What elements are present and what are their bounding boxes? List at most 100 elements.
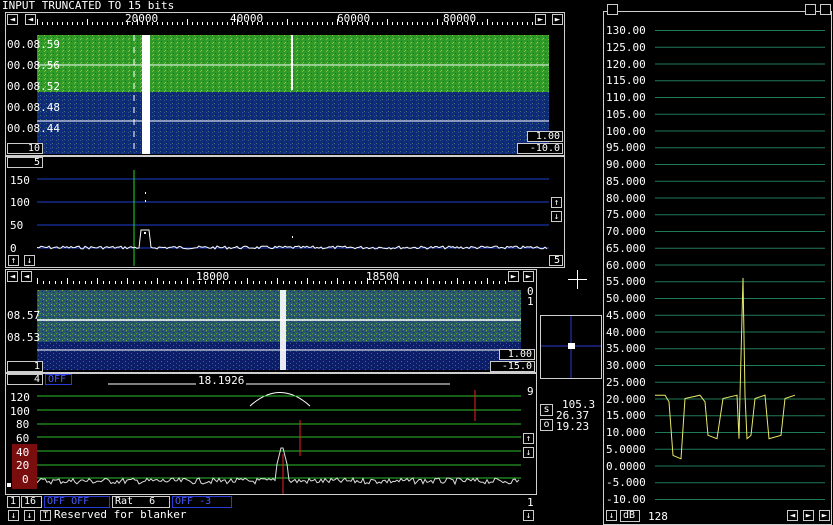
narrow-freq-tick-label: 18500 [366, 270, 400, 283]
wide-y-label: 100 [10, 196, 30, 209]
scope-o-value: 19.23 [556, 420, 590, 433]
bottom-value-2[interactable]: 16 [21, 496, 42, 508]
level-y-label: 130.00 [606, 24, 646, 37]
narrow-gain-box[interactable]: 1.00 [499, 349, 535, 360]
level-y-label: 40.000 [606, 325, 646, 339]
narrow-frequency-scale [37, 278, 506, 284]
bottom-off-toggle-b[interactable]: OFF -3 [172, 496, 232, 508]
left-arrow-icon: ◄ [9, 272, 16, 282]
level-y-label: 90.000 [606, 158, 646, 171]
blanker-down-button-2[interactable]: ↓ [24, 510, 35, 521]
down-arrow-icon: ↓ [26, 256, 33, 266]
level-y-label: 25.000 [606, 375, 646, 389]
narrow-spectrum-up-button[interactable]: ↑ [523, 433, 534, 444]
narrow-spectrum-average-box[interactable]: 4 [7, 374, 43, 385]
wide-scroll-right-button[interactable]: ► [552, 14, 563, 25]
level-y-label: 5.0000 [606, 442, 646, 456]
scope-s-button[interactable]: s [540, 404, 553, 416]
level-top-right-button[interactable] [805, 4, 816, 15]
level-right-button-2[interactable]: ► [819, 510, 830, 521]
level-y-label: 60.000 [606, 258, 646, 272]
level-y-label: 105.00 [606, 107, 646, 121]
wide-y-label: 0 [10, 242, 17, 255]
down-arrow-icon: ↓ [525, 448, 532, 458]
wide-scroll-left-button[interactable]: ◄ [7, 14, 18, 25]
status-message: INPUT TRUNCATED TO 15 bits [2, 0, 175, 12]
narrow-y-label: 80 [16, 418, 30, 431]
level-y-label: -10.00 [606, 493, 646, 506]
left-arrow-icon: ◄ [789, 511, 796, 521]
wide-spectrum-up-button-bl[interactable]: ↑ [8, 255, 19, 266]
narrow-zoom-left-button[interactable]: ◄ [21, 271, 32, 282]
wide-time-label: 00.08.52 [7, 80, 60, 93]
blanker-message: Reserved for blanker [54, 508, 187, 521]
level-down-button[interactable]: ↓ [606, 510, 617, 521]
narrow-y-label: 60 [16, 432, 30, 445]
level-top-right-button-2[interactable] [820, 4, 831, 15]
wide-freq-tick-label: 80000 [443, 12, 477, 25]
level-y-label: 15.000 [606, 409, 646, 423]
narrow-scroll-left-button[interactable]: ◄ [7, 271, 18, 282]
level-y-label: 45.000 [606, 308, 646, 322]
level-plot[interactable] [655, 20, 825, 510]
blanker-type-button[interactable]: T [40, 510, 51, 521]
narrow-spectrum-down-button[interactable]: ↓ [523, 447, 534, 458]
level-y-label: 120.00 [606, 57, 646, 71]
scope-display[interactable] [541, 316, 601, 378]
scope-o-button[interactable]: o [540, 419, 553, 431]
level-right-button[interactable]: ► [803, 510, 814, 521]
type-label: T [42, 511, 49, 521]
wide-spectrum-up-button[interactable]: ↑ [551, 197, 562, 208]
wide-offset-box[interactable]: -10.0 [517, 143, 563, 154]
down-arrow-icon: ↓ [26, 511, 33, 521]
up-arrow-icon: ↑ [553, 198, 560, 208]
narrow-frequency-readout: 18.1926 [196, 374, 247, 387]
rat-label: Rat [115, 496, 134, 507]
wide-time-label: 00.08.44 [7, 122, 60, 135]
narrow-off-tag[interactable]: OFF [45, 374, 72, 385]
bottom-off-toggle-a[interactable]: OFF OFF [44, 496, 110, 508]
wide-zoom-left-button[interactable]: ◄ [25, 14, 36, 25]
right-arrow-icon: ► [554, 15, 561, 25]
wide-spectrum-down-button-bl[interactable]: ↓ [24, 255, 35, 266]
wide-freq-tick-label: 20000 [125, 12, 159, 25]
rat-control[interactable]: Rat 6 [112, 496, 170, 508]
wide-zoom-right-button[interactable]: ► [535, 14, 546, 25]
level-y-label: 100.00 [606, 124, 646, 138]
wide-time-label: 00.08.59 [7, 38, 60, 51]
level-y-label: 55.000 [606, 275, 646, 289]
narrow-right-label: 1 [527, 295, 534, 308]
narrow-waterfall-image[interactable] [37, 290, 521, 370]
wide-y-label: 150 [10, 174, 30, 187]
blanker-down-button-1[interactable]: ↓ [8, 510, 19, 521]
level-left-button[interactable]: ◄ [787, 510, 798, 521]
level-y-label: 95.000 [606, 141, 646, 155]
narrow-scroll-right-button[interactable]: ► [523, 271, 534, 282]
narrow-bottom-down-button[interactable]: ↓ [523, 510, 534, 521]
wide-spectrum-down-button[interactable]: ↓ [551, 211, 562, 222]
level-unit-box[interactable]: dB [620, 510, 640, 522]
narrow-zoom-right-button[interactable]: ► [508, 271, 519, 282]
level-y-label: 30.000 [606, 359, 646, 372]
wide-spectrum-average-box[interactable]: 5 [7, 157, 43, 168]
wide-gain-box[interactable]: 1.00 [527, 131, 563, 142]
wide-average-box[interactable]: 10 [7, 143, 43, 154]
narrow-time-label: 08.57 [7, 309, 41, 322]
wide-y-label: 50 [10, 219, 24, 232]
wide-waterfall-image[interactable] [37, 35, 549, 155]
narrow-average-box[interactable]: 1 [7, 361, 43, 372]
up-arrow-icon: ↑ [10, 256, 17, 266]
wide-spectrum-right-box[interactable]: 5 [549, 255, 563, 266]
narrow-offset-box[interactable]: -15.0 [490, 361, 535, 372]
right-arrow-icon: ► [537, 15, 544, 25]
level-y-label: 70.000 [606, 225, 646, 238]
bottom-value-1[interactable]: 1 [7, 496, 20, 508]
level-points-value: 128 [648, 510, 668, 523]
narrow-y-label: 20 [16, 459, 30, 472]
narrow-spectrum-plot[interactable] [37, 390, 521, 495]
level-y-label: 65.000 [606, 241, 646, 255]
bottom-right-value: 1 [527, 496, 534, 509]
level-top-left-button[interactable] [607, 4, 618, 15]
rat-value: 6 [149, 496, 156, 507]
wide-spectrum-plot[interactable] [37, 170, 549, 266]
